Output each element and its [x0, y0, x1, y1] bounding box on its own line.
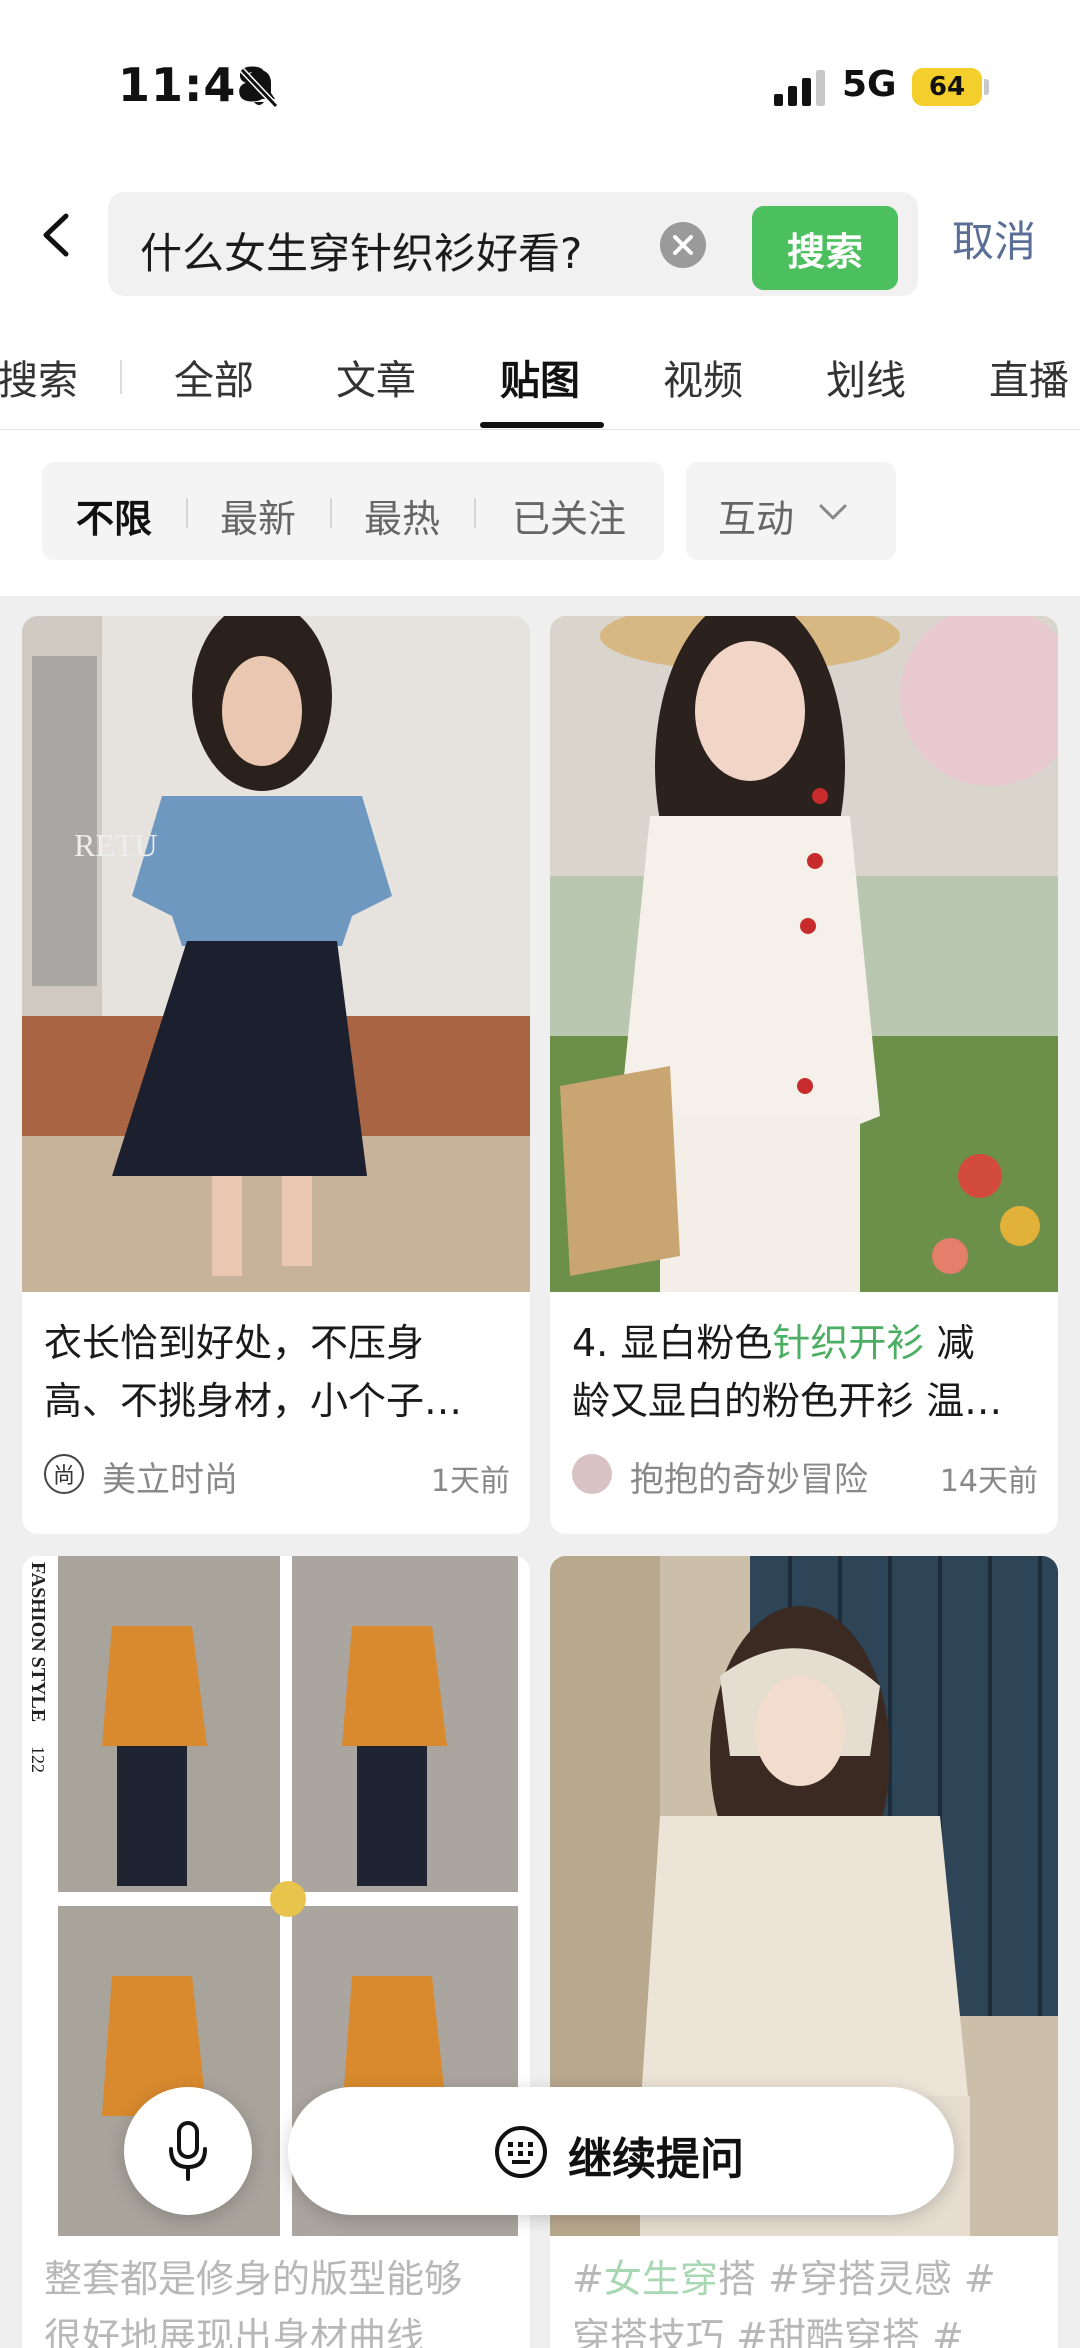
post-title-line: 很好地展现出身材曲线	[44, 2315, 425, 2348]
continue-asking-label: 继续提问	[568, 2134, 744, 2185]
post-title-line: #女生穿搭 #穿搭灵感 #	[572, 2250, 1038, 2308]
category-tabs: 搜索 全部 文章 贴图 视频 划线 直播	[0, 310, 1080, 430]
post-title-text: 4. 显白粉色	[572, 1321, 773, 1365]
image-caption: FASHION STYLE	[27, 1562, 49, 1722]
bell-muted-icon	[239, 67, 279, 109]
close-icon	[673, 235, 693, 255]
battery-icon: 64	[912, 68, 982, 106]
post-title-text: #	[572, 2257, 604, 2301]
post-card[interactable]: 4. 显白粉色针织开衫 减 龄又显白的粉色开衫 温… 抱抱的奇妙冒险 14天前	[550, 616, 1058, 1534]
post-title-line: 穿搭技巧 #甜酷穿搭 #	[572, 2315, 964, 2348]
post-image	[550, 616, 1058, 1292]
post-title-line: 整套都是修身的版型能够	[44, 2257, 463, 2301]
post-title-keyword: 女生穿	[603, 2257, 718, 2301]
post-title: 整套都是修身的版型能够 很好地展现出身材曲线	[44, 2250, 510, 2348]
author-avatar: 尚	[44, 1454, 84, 1494]
post-time: 1天前	[430, 1464, 510, 1499]
status-bar: 11:48 5G 64	[0, 0, 1080, 160]
chevron-down-icon	[819, 504, 847, 520]
author-avatar	[572, 1454, 612, 1494]
tab-live[interactable]: 直播	[989, 348, 1069, 406]
post-title-keyword: 针织开衫	[772, 1321, 925, 1365]
post-title-text: 搭 #穿搭灵感 #	[717, 2257, 996, 2301]
post-title-line: 龄又显白的粉色开衫 温…	[572, 1379, 1003, 1423]
post-card[interactable]: RETU 衣长恰到好处，不压身 高、不挑身材，小个子… 尚 美立时尚 1天前	[22, 616, 530, 1534]
tab-search[interactable]: 搜索	[0, 348, 78, 406]
tab-all[interactable]: 全部	[174, 348, 254, 406]
tab-videos[interactable]: 视频	[663, 348, 743, 406]
tab-articles[interactable]: 文章	[336, 348, 416, 406]
continue-asking-button[interactable]: 继续提问	[288, 2087, 954, 2215]
svg-text:RETU: RETU	[74, 827, 158, 863]
filter-segment: 不限 最新 最热 已关注	[42, 462, 664, 560]
network-type: 5G	[842, 64, 897, 105]
cancel-button[interactable]: 取消	[952, 208, 1036, 269]
author-name: 美立时尚	[102, 1460, 238, 1500]
post-title-line: 4. 显白粉色针织开衫 减	[572, 1314, 1038, 1372]
back-arrow-icon[interactable]	[32, 204, 84, 266]
post-image: RETU	[22, 616, 530, 1292]
clear-search-button[interactable]	[660, 222, 706, 268]
author-name: 抱抱的奇妙冒险	[630, 1460, 868, 1500]
post-title-text: 减	[924, 1321, 975, 1365]
interaction-dropdown-label: 互动	[718, 497, 795, 541]
tab-images[interactable]: 贴图	[500, 348, 580, 406]
post-card[interactable]: FASHION STYLE 122 整套都是修身的版型能够 很好地展现出身材曲线	[22, 1556, 530, 2348]
search-query-text: 什么女生穿针织衫好看?	[140, 229, 583, 278]
filter-following[interactable]: 已关注	[512, 488, 626, 543]
filter-divider	[330, 498, 332, 528]
filter-divider	[186, 498, 188, 528]
search-row: 什么女生穿针织衫好看? 搜索 取消	[0, 160, 1080, 310]
signal-icon	[774, 70, 825, 106]
interaction-dropdown[interactable]: 互动	[686, 462, 896, 560]
filter-newest[interactable]: 最新	[220, 488, 296, 543]
post-title-line: 高、不挑身材，小个子…	[44, 1379, 463, 1423]
image-caption: 122	[28, 1746, 48, 1773]
filter-unlimited[interactable]: 不限	[76, 488, 152, 543]
post-meta: 抱抱的奇妙冒险 14天前	[572, 1450, 1038, 1500]
search-button[interactable]: 搜索	[752, 206, 898, 290]
filter-divider	[474, 498, 476, 528]
post-title: 4. 显白粉色针织开衫 减 龄又显白的粉色开衫 温…	[572, 1314, 1038, 1430]
post-title-line: 衣长恰到好处，不压身	[44, 1321, 425, 1365]
tab-divider	[120, 360, 122, 394]
post-title: #女生穿搭 #穿搭灵感 # 穿搭技巧 #甜酷穿搭 #	[572, 2250, 1038, 2348]
post-card[interactable]: #女生穿搭 #穿搭灵感 # 穿搭技巧 #甜酷穿搭 #	[550, 1556, 1058, 2348]
filter-row: 不限 最新 最热 已关注 互动	[0, 430, 1080, 596]
battery-tip	[984, 79, 989, 95]
active-tab-indicator	[480, 422, 604, 428]
post-meta: 尚 美立时尚 1天前	[44, 1450, 510, 1500]
search-input[interactable]: 什么女生穿针织衫好看? 搜索	[108, 192, 918, 296]
author-badge-text: 尚	[52, 1464, 75, 1489]
post-time: 14天前	[939, 1464, 1038, 1499]
voice-input-button[interactable]	[124, 2087, 252, 2215]
tab-highlights[interactable]: 划线	[826, 348, 906, 406]
microphone-icon	[169, 2121, 207, 2181]
filter-hottest[interactable]: 最热	[364, 488, 440, 543]
post-title: 衣长恰到好处，不压身 高、不挑身材，小个子…	[44, 1314, 510, 1430]
keyboard-icon	[495, 2126, 547, 2178]
battery-level: 64	[928, 72, 966, 102]
